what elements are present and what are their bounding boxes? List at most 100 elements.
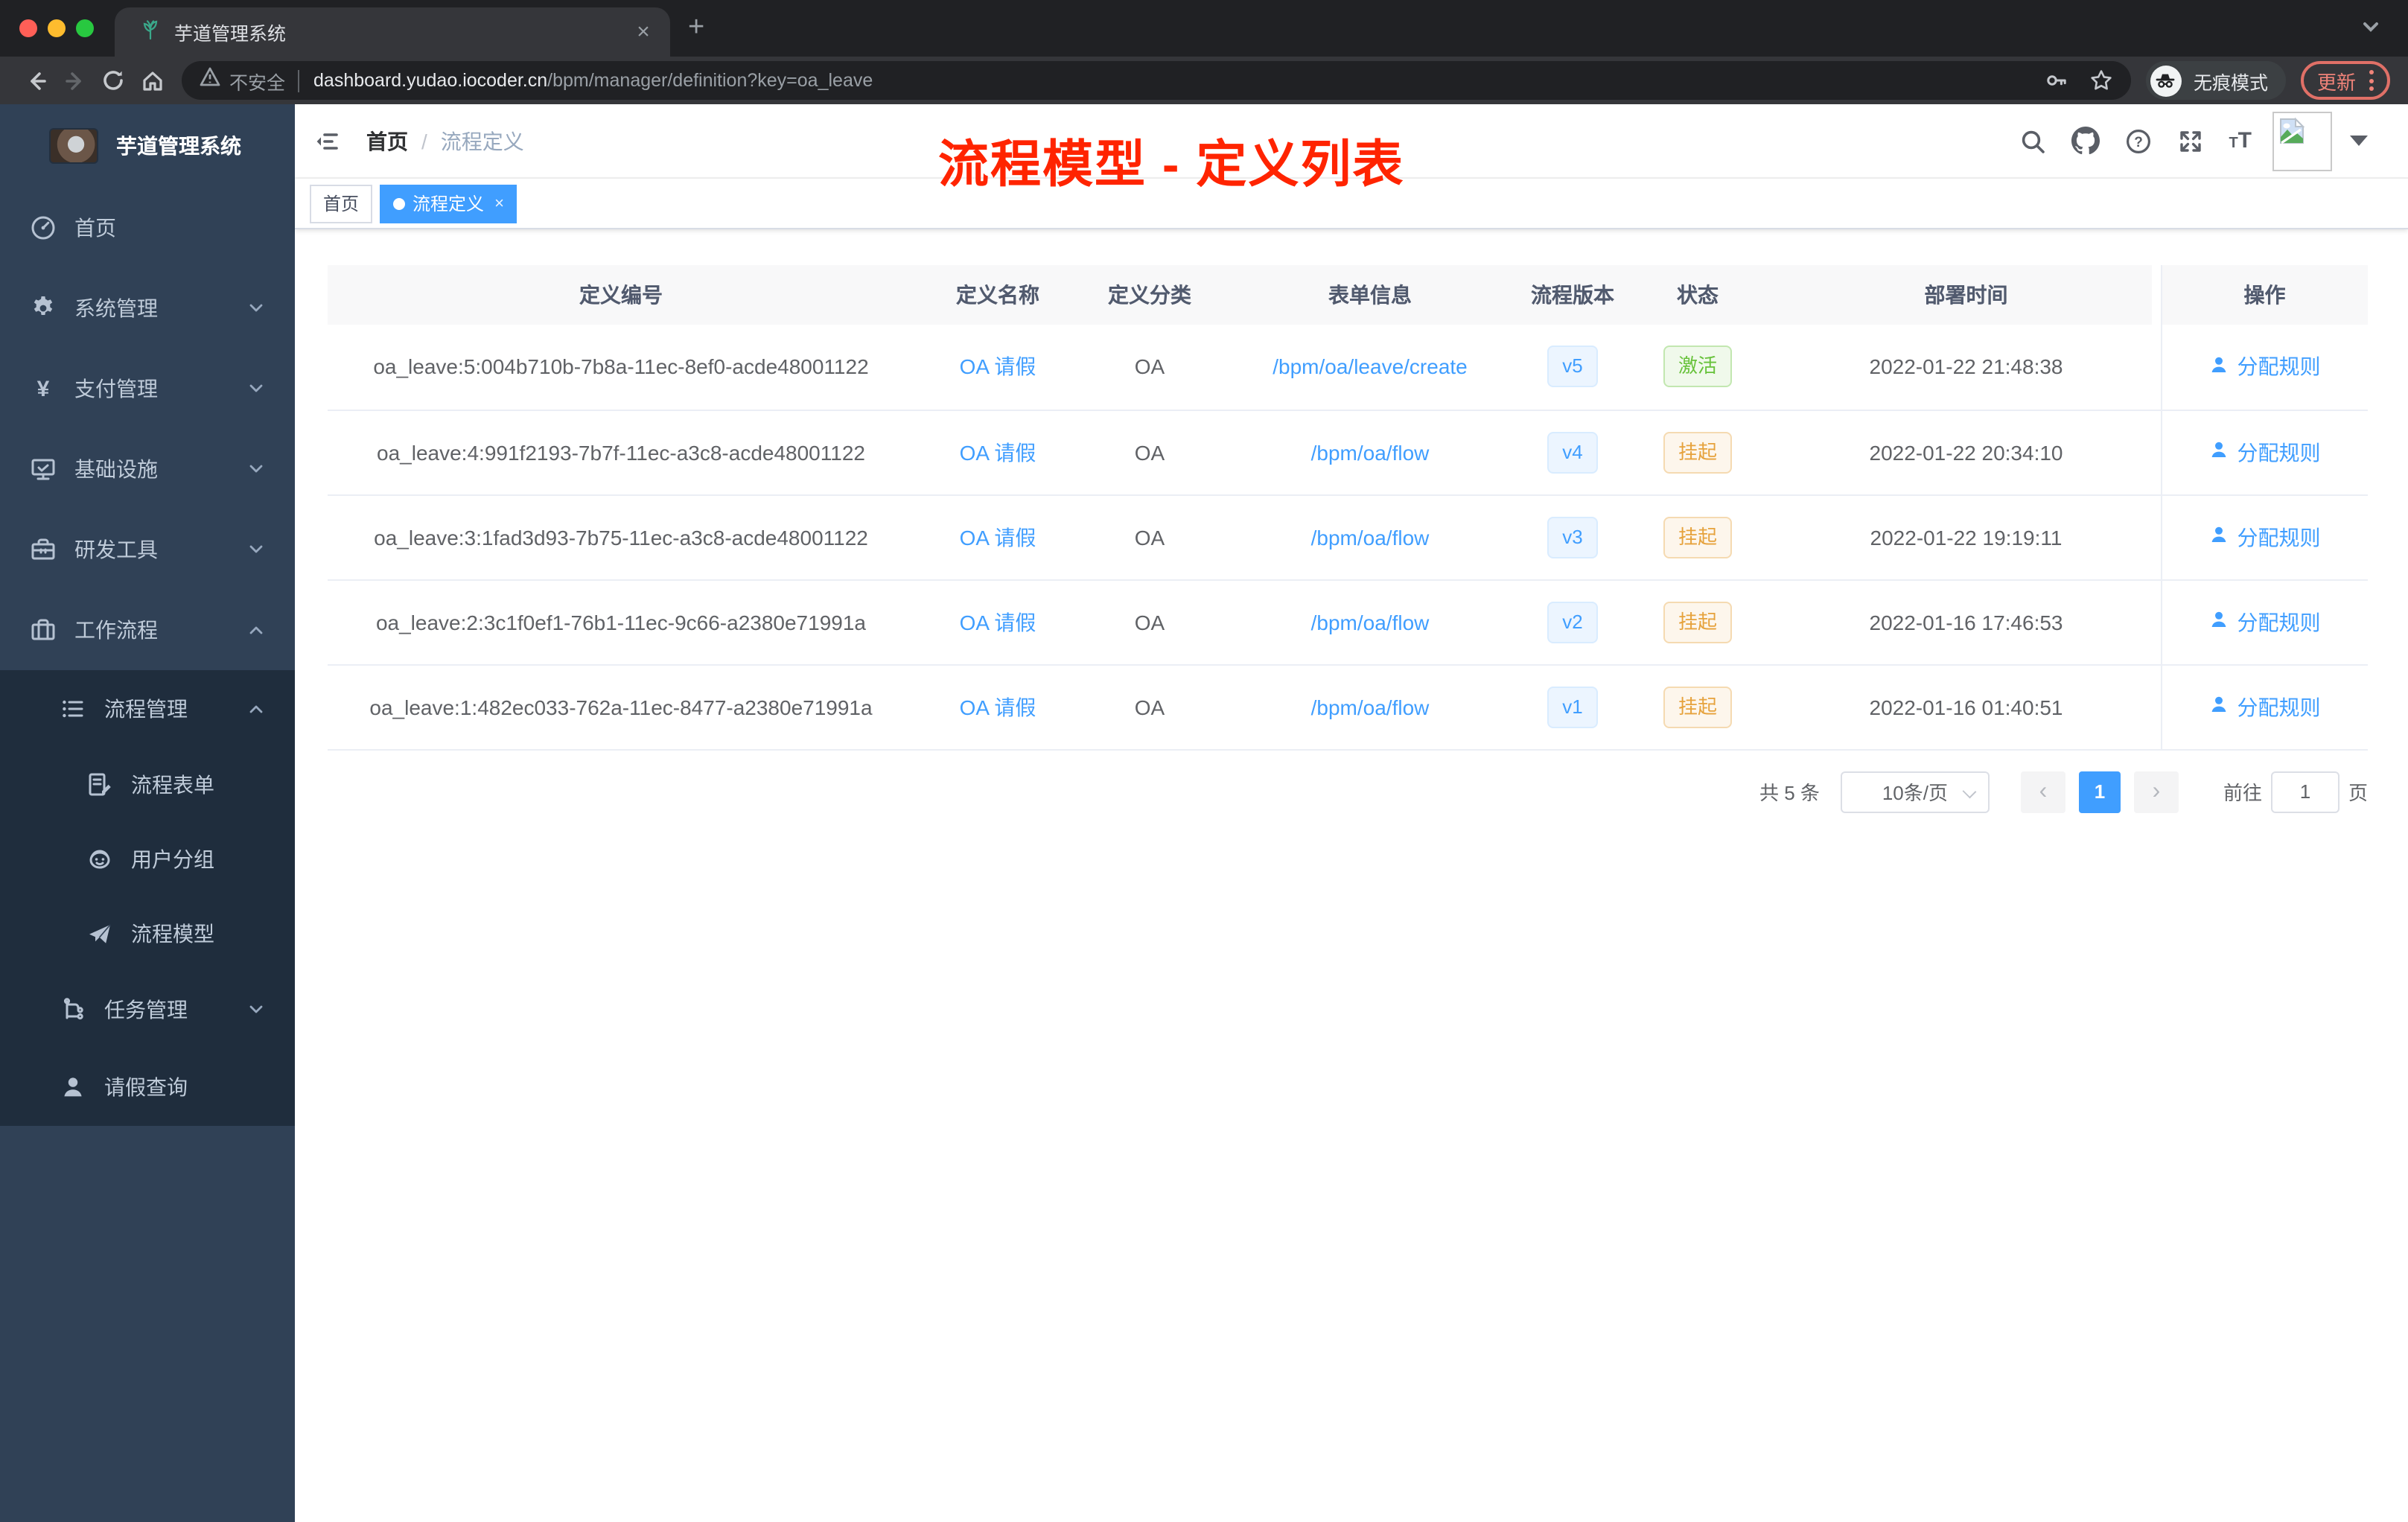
assign-rule-label: 分配规则	[2237, 354, 2321, 379]
browser-menu-kebab-icon[interactable]	[2369, 70, 2374, 91]
form-link[interactable]: /bpm/oa/flow	[1311, 440, 1430, 464]
status-badge: 挂起	[1663, 431, 1732, 473]
form-link[interactable]: /bpm/oa/flow	[1311, 610, 1430, 634]
help-icon[interactable]: ?	[2124, 127, 2151, 154]
definition-name-link[interactable]: OA 请假	[960, 440, 1036, 464]
browser-tab[interactable]: 芋道管理系统 ×	[115, 7, 670, 57]
status-badge: 挂起	[1663, 516, 1732, 558]
macos-close-button[interactable]	[19, 19, 37, 37]
sidebar-item-label: 研发工具	[74, 538, 158, 561]
form-link[interactable]: /bpm/oa/flow	[1311, 695, 1430, 719]
address-bar[interactable]: 不安全 dashboard.yudao.iocoder.cn/bpm/manag…	[182, 61, 2131, 100]
cell-actions: 分配规则	[2160, 410, 2368, 495]
tag-home[interactable]: 首页	[310, 184, 373, 223]
version-badge: v2	[1547, 601, 1598, 643]
sidebar-item-send[interactable]: 流程模型	[0, 897, 295, 971]
assign-rule-link[interactable]: 分配规则	[2209, 352, 2321, 382]
assign-rule-link[interactable]: 分配规则	[2209, 437, 2321, 467]
page-number-1[interactable]: 1	[2078, 771, 2121, 812]
cell-definition-name: OA 请假	[914, 494, 1081, 580]
sidebar-item-monitor[interactable]: 基础设施	[0, 429, 295, 509]
tree-icon	[60, 996, 86, 1023]
sidebar-logo[interactable]: 芋道管理系统	[0, 104, 295, 188]
goto-label: 前往	[2223, 782, 2262, 804]
incognito-icon	[2150, 65, 2182, 96]
github-icon[interactable]	[2071, 127, 2100, 155]
annotation-title: 流程模型 - 定义列表	[938, 137, 1405, 194]
page-size-value: 10条/页	[1882, 782, 1948, 804]
version-badge: v4	[1547, 431, 1598, 473]
assign-rule-link[interactable]: 分配规则	[2209, 692, 2321, 722]
definition-table: 定义编号 定义名称 定义分类 表单信息 流程版本 状态 部署时间 操作 oa_leave:5:…	[328, 265, 2368, 750]
sidebar-toggle-hamburger-icon[interactable]	[313, 126, 343, 156]
status-badge: 激活	[1663, 346, 1732, 388]
assign-rule-link[interactable]: 分配规则	[2209, 522, 2321, 552]
font-size-icon[interactable]: TT	[2229, 128, 2252, 153]
tag-label: 首页	[323, 194, 360, 214]
browser-update-button[interactable]: 更新	[2300, 61, 2390, 100]
definition-name-link[interactable]: OA 请假	[960, 695, 1036, 719]
select-caret-icon	[1962, 783, 1977, 798]
sidebar-item-dashboard[interactable]: 首页	[0, 188, 295, 268]
next-page-button[interactable]: ›	[2133, 771, 2179, 812]
avatar-dropdown-caret-icon[interactable]	[2350, 136, 2368, 146]
macos-minimize-button[interactable]	[48, 19, 66, 37]
column-header: 定义分类	[1081, 265, 1218, 325]
definition-name-link[interactable]: OA 请假	[960, 525, 1036, 549]
sidebar-item-people[interactable]: 用户分组	[0, 822, 295, 897]
sidebar-item-label: 支付管理	[74, 377, 158, 401]
monitor-icon	[30, 456, 57, 483]
column-header: 表单信息	[1218, 265, 1522, 325]
send-icon	[86, 920, 113, 947]
table-row: oa_leave:1:482ec033-762a-11ec-8477-a2380…	[328, 664, 2368, 750]
definition-name-link[interactable]: OA 请假	[960, 610, 1036, 634]
forward-icon[interactable]	[57, 63, 92, 98]
definition-name-link[interactable]: OA 请假	[960, 355, 1036, 379]
password-key-icon[interactable]	[2045, 69, 2068, 92]
form-link[interactable]: /bpm/oa/flow	[1311, 525, 1430, 549]
reload-icon[interactable]	[95, 63, 131, 98]
goto-page-input[interactable]	[2270, 771, 2339, 812]
browser-tab-strip: 芋道管理系统 × +	[0, 0, 2408, 57]
sidebar-item-list[interactable]: 流程管理	[0, 670, 295, 748]
security-label[interactable]: 不安全	[229, 66, 285, 95]
security-warning-icon[interactable]	[200, 67, 220, 94]
tab-close-icon[interactable]: ×	[631, 19, 655, 45]
svg-text:?: ?	[2134, 134, 2143, 150]
tag-process-definition[interactable]: 流程定义 ×	[380, 184, 517, 223]
breadcrumb-home[interactable]: 首页	[366, 126, 408, 156]
new-tab-button[interactable]: +	[688, 13, 704, 43]
home-icon[interactable]	[134, 63, 170, 98]
form-link[interactable]: /bpm/oa/leave/create	[1273, 355, 1468, 379]
dashboard-icon	[30, 214, 57, 241]
cell-form-info: /bpm/oa/flow	[1218, 579, 1522, 665]
update-label[interactable]: 更新	[2317, 66, 2356, 95]
version-badge: v3	[1547, 516, 1598, 558]
favicon-plant-icon	[140, 19, 161, 45]
avatar[interactable]	[2272, 111, 2332, 171]
gear-icon	[30, 295, 57, 322]
sidebar-item-label: 系统管理	[74, 296, 158, 320]
sidebar-item-gear[interactable]: 系统管理	[0, 268, 295, 348]
fullscreen-icon[interactable]	[2176, 127, 2203, 154]
page-size-select[interactable]: 10条/页	[1840, 771, 1990, 812]
prev-page-button[interactable]: ‹	[2020, 771, 2065, 812]
sidebar-item-tree[interactable]: 任务管理	[0, 971, 295, 1048]
sidebar-item-toolbox[interactable]: 研发工具	[0, 509, 295, 590]
cell-definition-id: oa_leave:1:482ec033-762a-11ec-8477-a2380…	[328, 664, 914, 750]
sidebar-item-user[interactable]: 请假查询	[0, 1048, 295, 1126]
tab-search-chevron-icon[interactable]	[2360, 16, 2381, 45]
search-icon[interactable]	[2019, 127, 2045, 154]
table-header-row: 定义编号 定义名称 定义分类 表单信息 流程版本 状态 部署时间 操作	[328, 265, 2368, 325]
cell-deploy-time: 2022-01-16 01:40:51	[1772, 664, 2161, 750]
suitcase-icon	[30, 617, 57, 643]
assign-rule-link[interactable]: 分配规则	[2209, 607, 2321, 637]
sidebar-item-form[interactable]: 流程表单	[0, 748, 295, 822]
back-icon[interactable]	[18, 63, 54, 98]
sidebar-item-yen[interactable]: ¥ 支付管理	[0, 348, 295, 429]
bookmark-star-icon[interactable]	[2089, 69, 2113, 92]
tag-close-icon[interactable]: ×	[494, 194, 504, 212]
macos-zoom-button[interactable]	[76, 19, 94, 37]
sidebar-item-suitcase[interactable]: 工作流程	[0, 590, 295, 670]
cell-actions: 分配规则	[2160, 494, 2368, 580]
